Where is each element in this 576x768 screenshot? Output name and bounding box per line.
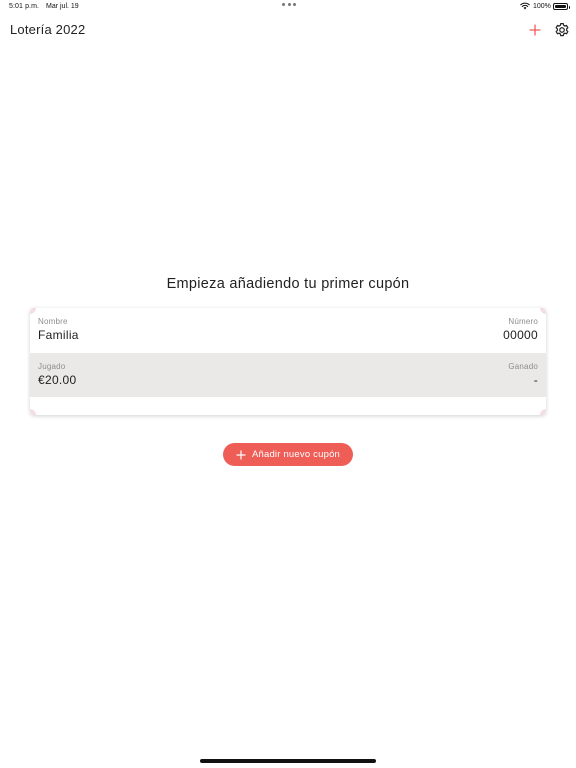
coupon-won-label: Ganado (508, 362, 538, 371)
plus-icon (529, 24, 541, 36)
status-date: Mar jul. 19 (46, 3, 79, 10)
navigation-bar: Lotería 2022 (0, 14, 576, 48)
wifi-icon (520, 2, 530, 10)
coupon-top-row: Nombre Familia Número 00000 (30, 308, 546, 352)
coupon-name-group: Nombre Familia (38, 317, 79, 342)
home-indicator[interactable] (200, 759, 376, 763)
status-bar: 5:01 p.m. Mar jul. 19 100% (0, 0, 576, 14)
coupon-card[interactable]: Nombre Familia Número 00000 Jugado €20.0… (30, 308, 546, 415)
ticket-notch (540, 409, 546, 415)
coupon-won-group: Ganado - (508, 362, 538, 387)
coupon-played-value: €20.00 (38, 373, 77, 387)
status-time: 5:01 p.m. (9, 3, 40, 10)
battery-percentage: 100% (533, 3, 551, 10)
coupon-number-value: 00000 (503, 328, 538, 342)
plus-icon (236, 449, 246, 460)
gear-icon (555, 23, 569, 37)
coupon-name-label: Nombre (38, 317, 68, 326)
empty-state-heading: Empieza añadiendo tu primer cupón (166, 276, 410, 292)
add-coupon-icon-button[interactable] (526, 21, 544, 39)
coupon-number-label: Número (508, 317, 538, 326)
coupon-name-value: Familia (38, 328, 79, 342)
battery-icon (553, 3, 570, 10)
coupon-number-group: Número 00000 (503, 317, 538, 342)
coupon-middle-row: Jugado €20.00 Ganado - (30, 353, 546, 397)
page-title: Lotería 2022 (10, 22, 86, 37)
add-new-coupon-button[interactable]: Añadir nuevo cupón (223, 443, 353, 466)
coupon-won-value: - (533, 373, 538, 387)
add-new-coupon-label: Añadir nuevo cupón (251, 449, 341, 460)
multitasking-dots-icon[interactable] (282, 3, 296, 6)
coupon-played-group: Jugado €20.00 (38, 362, 77, 387)
settings-button[interactable] (553, 21, 571, 39)
coupon-played-label: Jugado (38, 362, 66, 371)
ticket-notch (30, 409, 36, 415)
